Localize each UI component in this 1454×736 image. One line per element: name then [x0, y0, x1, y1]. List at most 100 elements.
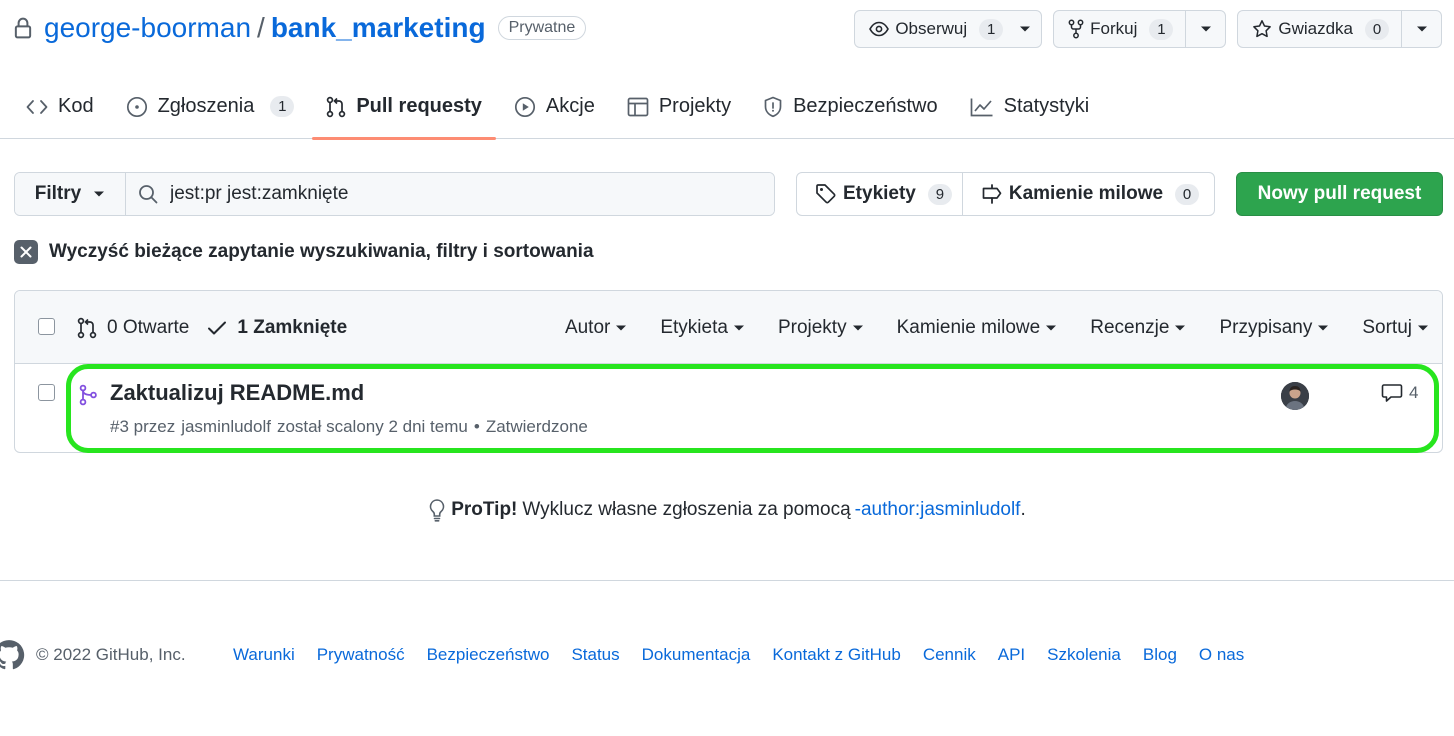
star-button[interactable]: Gwiazdka 0 [1238, 11, 1401, 47]
tab-projects[interactable]: Projekty [611, 74, 747, 139]
code-icon [26, 99, 48, 115]
protip-link[interactable]: -author:jasminludolf [855, 499, 1021, 520]
fork-button-group: Forkuj 1 [1053, 10, 1227, 48]
closed-filter[interactable]: 1 Zamknięte [207, 317, 347, 339]
sort-label: Recenzje [1090, 316, 1170, 338]
tab-security[interactable]: Bezpieczeństwo [747, 74, 954, 139]
tab-insights[interactable]: Statystyki [954, 74, 1106, 139]
milestones-button[interactable]: Kamienie milowe 0 [961, 173, 1209, 215]
repo-separator: / [257, 12, 265, 43]
comments-link[interactable]: 4 [1381, 383, 1418, 403]
milestones-filter[interactable]: Kamienie milowe [873, 317, 1067, 339]
footer-link-terms[interactable]: Warunki [233, 645, 295, 665]
star-button-group: Gwiazdka 0 [1237, 10, 1442, 48]
footer-link-status[interactable]: Status [571, 645, 619, 665]
footer-link-docs[interactable]: Dokumentacja [642, 645, 751, 665]
play-icon [514, 96, 536, 118]
open-filter[interactable]: 0 Otwarte [77, 317, 189, 339]
chevron-down-icon [93, 190, 105, 198]
repo-owner-link[interactable]: george-boorman [44, 12, 251, 44]
protip-text: Wyklucz własne zgłoszenia za pomocą [522, 499, 851, 520]
author-filter[interactable]: Autor [565, 317, 636, 339]
review-status-link[interactable]: Zatwierdzone [486, 417, 588, 437]
reviews-filter[interactable]: Recenzje [1066, 317, 1195, 339]
footer-link-pricing[interactable]: Cennik [923, 645, 976, 665]
graph-icon [970, 97, 994, 117]
repo-name-link[interactable]: bank_marketing [271, 12, 486, 44]
filters-button[interactable]: Filtry [15, 173, 126, 215]
sort-label: Projekty [777, 316, 847, 338]
sort-dropdown[interactable]: Sortuj [1338, 317, 1438, 339]
tab-label: Kod [58, 95, 94, 117]
tab-code[interactable]: Kod [10, 74, 110, 139]
pr-author-link[interactable]: jasminludolf [181, 417, 271, 437]
new-pull-request-button[interactable]: Nowy pull request [1236, 172, 1443, 216]
tab-pull-requests[interactable]: Pull requesty [310, 74, 498, 140]
clear-query-label: Wyczyść bieżące zapytanie wyszukiwania, … [49, 241, 594, 262]
issue-opened-icon [126, 96, 148, 118]
fork-button[interactable]: Forkuj 1 [1054, 11, 1185, 47]
search-field[interactable] [126, 173, 774, 215]
sort-label: Sortuj [1362, 316, 1412, 338]
protip-bold: ProTip! [451, 499, 518, 520]
tab-actions[interactable]: Akcje [498, 74, 611, 139]
star-dropdown-button[interactable] [1401, 11, 1441, 47]
fork-count: 1 [1149, 18, 1174, 40]
footer-link-api[interactable]: API [998, 645, 1025, 665]
sort-label: Etykieta [660, 316, 728, 338]
state-toggles: 0 Otwarte 1 Zamknięte [77, 291, 347, 364]
tab-label: Projekty [658, 95, 732, 117]
git-pull-request-icon [326, 96, 346, 118]
repo-actions: Obserwuj 1 Forkuj 1 Gwiazdka 0 [854, 10, 1442, 48]
chevron-down-icon [852, 324, 864, 332]
chevron-down-icon [1417, 324, 1429, 332]
projects-filter[interactable]: Projekty [754, 317, 873, 339]
github-mark-icon[interactable] [0, 638, 26, 672]
labels-milestones-group: Etykiety 9 Kamienie milowe 0 [796, 172, 1215, 216]
sort-label: Przypisany [1219, 316, 1313, 338]
comment-icon [1381, 383, 1403, 403]
watch-toggle[interactable]: Obserwuj 1 [855, 11, 1041, 47]
protip-end: . [1020, 499, 1026, 520]
fork-label: Forkuj [1090, 19, 1138, 38]
footer-link-training[interactable]: Szkolenia [1047, 645, 1121, 665]
chevron-down-icon [1019, 25, 1031, 33]
chevron-down-icon [1317, 324, 1329, 332]
clear-query-link[interactable]: Wyczyść bieżące zapytanie wyszukiwania, … [14, 240, 594, 264]
chevron-down-icon [1045, 324, 1057, 332]
footer-link-about[interactable]: O nas [1199, 645, 1244, 665]
watch-button[interactable]: Obserwuj 1 [854, 10, 1043, 48]
protip: ProTip! Wyklucz własne zgłoszenia za pom… [0, 498, 1454, 522]
star-icon [1252, 19, 1272, 39]
tab-label: Bezpieczeństwo [793, 95, 938, 117]
tag-icon [815, 183, 837, 205]
footer-link-contact[interactable]: Kontakt z GitHub [772, 645, 901, 665]
label-filter[interactable]: Etykieta [636, 317, 754, 339]
tab-issues[interactable]: Zgłoszenia 1 [110, 74, 311, 139]
search-input[interactable] [170, 183, 774, 205]
pr-meta-suffix: został scalony 2 dni temu [276, 417, 468, 436]
footer-link-blog[interactable]: Blog [1143, 645, 1177, 665]
labels-button[interactable]: Etykiety 9 [797, 173, 962, 215]
pr-title-link[interactable]: Zaktualizuj README.md [110, 380, 364, 406]
chevron-down-icon [1200, 25, 1212, 33]
avatar[interactable] [1281, 382, 1309, 410]
fork-dropdown-button[interactable] [1185, 11, 1225, 47]
tab-label: Akcje [545, 95, 595, 117]
filter-search-group: Filtry [14, 172, 775, 216]
milestones-label: Kamienie milowe [1008, 183, 1164, 204]
assignee-filter[interactable]: Przypisany [1195, 317, 1338, 339]
sort-filters: Autor Etykieta Projekty Kamienie milowe … [565, 291, 1438, 364]
footer-link-privacy[interactable]: Prywatność [317, 645, 405, 665]
repo-nav: Kod Zgłoszenia 1 Pull requesty Akcje Pro… [10, 74, 1106, 140]
chevron-down-icon [1174, 324, 1186, 332]
open-label: 0 Otwarte [107, 316, 190, 338]
pr-meta: #3 przez jasminludolf został scalony 2 d… [110, 417, 588, 437]
footer-link-security[interactable]: Bezpieczeństwo [427, 645, 550, 665]
shield-icon [763, 96, 783, 118]
pr-checkbox[interactable] [38, 384, 55, 401]
sort-label: Autor [564, 316, 611, 338]
select-all-checkbox[interactable] [38, 318, 55, 335]
pr-list-header: 0 Otwarte 1 Zamknięte Autor Etykieta Pro… [15, 291, 1442, 364]
filters-label: Filtry [34, 183, 82, 204]
